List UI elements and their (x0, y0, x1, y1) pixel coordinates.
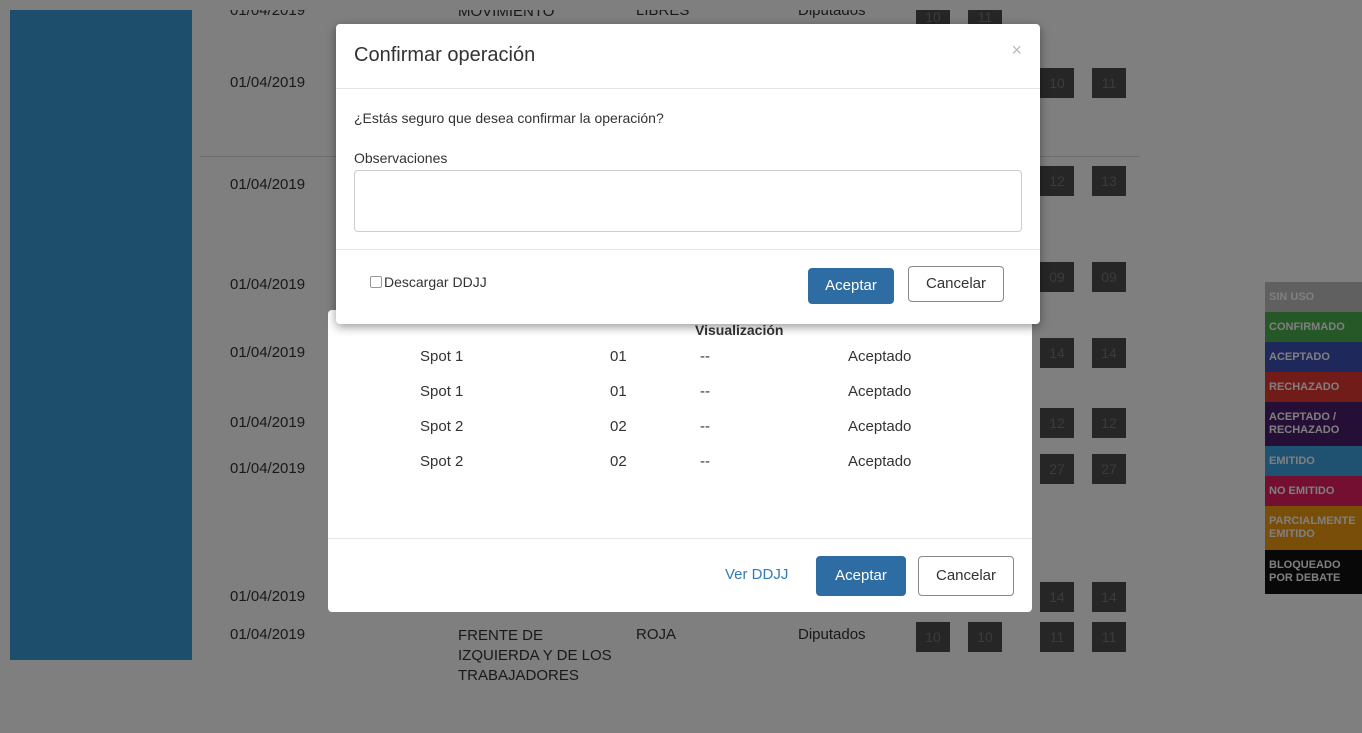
modal-footer-divider (336, 249, 1040, 250)
spot-visualization: -- (700, 418, 710, 435)
spot-name: Spot 2 (420, 453, 464, 470)
spot-visualization: -- (700, 383, 710, 400)
spot-number: 02 (610, 453, 627, 470)
observaciones-input[interactable] (354, 170, 1022, 232)
ver-ddjj-link[interactable]: Ver DDJJ (725, 566, 788, 583)
spot-visualization: -- (700, 348, 710, 365)
spot-number: 02 (610, 418, 627, 435)
spot-visualization: -- (700, 453, 710, 470)
modal-title: Confirmar operación (354, 44, 536, 66)
spot-name: Spot 1 (420, 348, 464, 365)
spot-number: 01 (610, 348, 627, 365)
column-header-visualizacion: Visualización (695, 322, 784, 338)
checkbox-icon[interactable] (370, 276, 382, 288)
checkbox-label: Descargar DDJJ (384, 274, 487, 290)
confirm-operation-modal: Confirmar operación × ¿Estás seguro que … (336, 24, 1040, 324)
spot-name: Spot 2 (420, 418, 464, 435)
accept-button[interactable]: Aceptar (808, 268, 894, 304)
close-icon[interactable]: × (1011, 40, 1022, 61)
spot-status: Aceptado (848, 383, 912, 400)
confirm-question: ¿Estás seguro que desea confirmar la ope… (354, 110, 664, 126)
spot-status: Aceptado (848, 418, 912, 435)
descargar-ddjj-checkbox[interactable]: Descargar DDJJ (370, 274, 487, 290)
accept-button[interactable]: Aceptar (816, 556, 906, 596)
modal-footer-divider (328, 538, 1032, 539)
modal-header-divider (336, 88, 1040, 89)
spot-status: Aceptado (848, 453, 912, 470)
detail-modal: Visualización Spot 1 01 -- Aceptado Spot… (328, 310, 1032, 612)
cancel-button[interactable]: Cancelar (908, 266, 1004, 302)
observaciones-label: Observaciones (354, 150, 448, 166)
spot-status: Aceptado (848, 348, 912, 365)
spot-number: 01 (610, 383, 627, 400)
spot-name: Spot 1 (420, 383, 464, 400)
cancel-button[interactable]: Cancelar (918, 556, 1014, 596)
